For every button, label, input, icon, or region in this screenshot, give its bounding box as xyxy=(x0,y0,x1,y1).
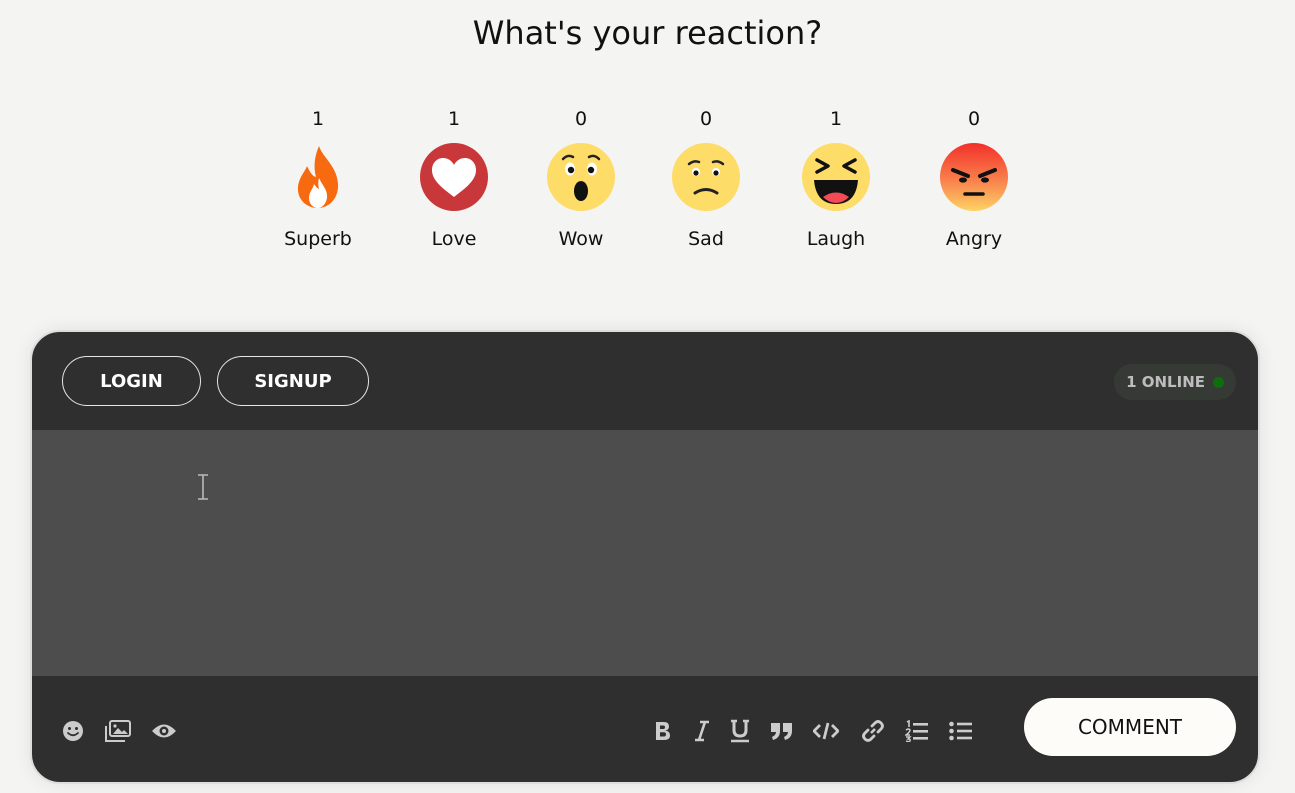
reaction-label: Angry xyxy=(945,228,1003,250)
laugh-face-icon xyxy=(801,142,871,212)
reaction-count: 1 xyxy=(311,108,325,130)
reaction-label: Love xyxy=(431,228,477,250)
reaction-count: 1 xyxy=(447,108,461,130)
online-count: 1 ONLINE xyxy=(1126,373,1205,391)
wow-face-icon xyxy=(546,142,616,212)
reaction-label: Sad xyxy=(688,228,724,250)
bold-icon[interactable] xyxy=(650,718,676,744)
italic-icon[interactable] xyxy=(689,718,715,744)
reaction-count: 0 xyxy=(699,108,713,130)
reaction-label: Laugh xyxy=(806,228,866,250)
angry-face-icon xyxy=(939,142,1009,212)
reaction-angry[interactable]: 0 Angry xyxy=(919,106,1029,250)
image-icon[interactable] xyxy=(105,718,131,744)
reaction-label: Superb xyxy=(284,228,352,250)
signup-button[interactable]: SIGNUP xyxy=(217,356,369,406)
sad-face-icon xyxy=(671,142,741,212)
emoji-icon[interactable] xyxy=(60,718,86,744)
quote-icon[interactable] xyxy=(769,718,795,744)
reactions-bar: 1 Superb 1 Love 0 Wow 0 Sad 1 Laugh 0 An… xyxy=(0,106,1295,266)
preview-eye-icon[interactable] xyxy=(151,718,177,744)
reaction-heading: What's your reaction? xyxy=(472,14,823,52)
code-icon[interactable] xyxy=(813,718,839,744)
underline-icon[interactable] xyxy=(727,718,753,744)
reaction-love[interactable]: 1 Love xyxy=(399,106,509,250)
reaction-count: 0 xyxy=(967,108,981,130)
reaction-superb[interactable]: 1 Superb xyxy=(263,106,373,250)
editor-toolbar: COMMENT xyxy=(32,676,1258,782)
comment-panel: LOGIN SIGNUP 1 ONLINE COMMENT xyxy=(30,330,1260,784)
comment-editor[interactable] xyxy=(32,430,1258,676)
unordered-list-icon[interactable] xyxy=(948,718,974,744)
link-icon[interactable] xyxy=(860,718,886,744)
comment-submit-button[interactable]: COMMENT xyxy=(1024,698,1236,756)
reaction-count: 1 xyxy=(829,108,843,130)
heart-icon xyxy=(419,142,489,212)
reaction-wow[interactable]: 0 Wow xyxy=(526,106,636,250)
reaction-laugh[interactable]: 1 Laugh xyxy=(781,106,891,250)
fire-icon xyxy=(283,142,353,212)
online-badge: 1 ONLINE xyxy=(1114,364,1236,400)
text-cursor-icon xyxy=(196,474,210,504)
online-status-dot-icon xyxy=(1213,376,1224,388)
ordered-list-icon[interactable] xyxy=(904,718,930,744)
login-button[interactable]: LOGIN xyxy=(62,356,201,406)
reaction-sad[interactable]: 0 Sad xyxy=(651,106,761,250)
reaction-label: Wow xyxy=(558,228,604,250)
reaction-count: 0 xyxy=(574,108,588,130)
